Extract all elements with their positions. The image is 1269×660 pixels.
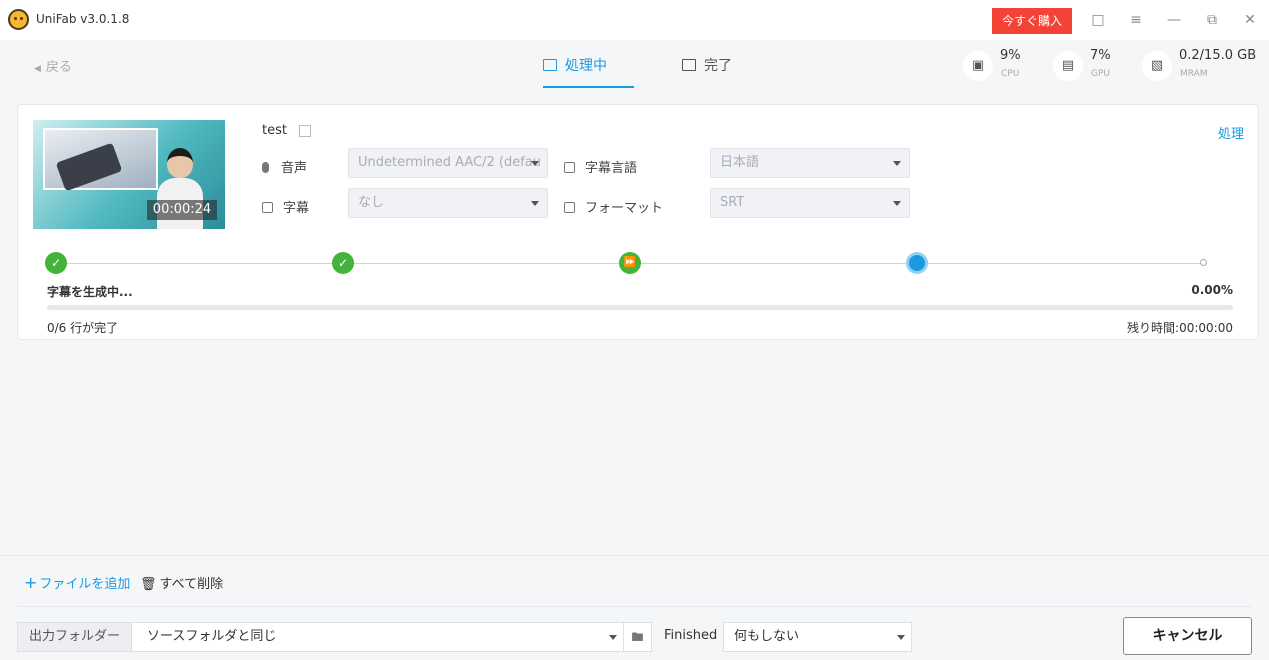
buy-now-button[interactable]: 今すぐ購入	[992, 8, 1072, 34]
step-4-spinner-icon	[906, 252, 928, 274]
chevron-down-icon	[897, 635, 905, 640]
menu-icon[interactable]: ≡	[1126, 10, 1146, 30]
lines-completed: 0/6 行が完了	[47, 321, 119, 335]
audio-select-value: Undetermined AAC/2 (defau	[358, 155, 541, 170]
trash-icon: 🗑	[140, 577, 157, 592]
status-text: 字幕を生成中...	[47, 285, 133, 299]
bottom-panel: + ファイルを追加 🗑 すべて削除 出力フォルダー ソースフォルダと同じ 🖿 Fin…	[0, 555, 1269, 660]
subtitle-language-select[interactable]: 日本語	[710, 148, 910, 178]
gpu-icon: ▤	[1053, 51, 1083, 81]
remaining-time: 残り時間:00:00:00	[1127, 321, 1233, 335]
format-select[interactable]: SRT	[710, 188, 910, 218]
divider	[17, 606, 1251, 607]
file-name: test	[262, 123, 287, 138]
progress-bar	[47, 305, 1233, 310]
memory-icon: ▧	[1142, 51, 1172, 81]
subtitle-select[interactable]: なし	[348, 188, 548, 218]
plus-icon: +	[24, 573, 38, 592]
app-title: UniFab v3.0.1.8	[36, 12, 130, 26]
step-2-check-icon: ✓	[332, 252, 354, 274]
tab-done[interactable]: 完了	[682, 55, 732, 88]
nav-bar: ◀ 戻る 処理中 完了 ▣ 9% CPU ▤ 7% GPU ▧ 0.2/15.0 …	[0, 40, 1269, 90]
subtitle-language-field-label: 字幕言語	[564, 157, 637, 176]
output-folder-select[interactable]: ソースフォルダと同じ	[131, 622, 624, 652]
ai-icon	[564, 162, 575, 173]
format-field-label: フォーマット	[564, 197, 663, 216]
delete-all-button[interactable]: 🗑 すべて削除	[140, 573, 223, 592]
format-select-value: SRT	[720, 195, 745, 210]
chevron-down-icon	[893, 161, 901, 166]
title-bar: UniFab v3.0.1.8 今すぐ購入 □ ≡ — ⧉ ✕	[0, 0, 1269, 40]
add-file-label: ファイルを追加	[39, 577, 131, 592]
output-folder-label: 出力フォルダー	[17, 622, 132, 652]
file-format-icon	[564, 202, 575, 213]
cpu-label: CPU	[1001, 69, 1020, 79]
cpu-icon: ▣	[963, 51, 993, 81]
tab-processing[interactable]: 処理中	[543, 55, 634, 88]
subtitle-label: 字幕	[283, 201, 310, 216]
finished-action-value: 何もしない	[734, 629, 800, 644]
step-3-fast-forward-icon: ⏩	[619, 252, 641, 274]
subtitle-language-value: 日本語	[720, 155, 760, 170]
chevron-down-icon	[531, 201, 539, 206]
video-thumbnail[interactable]: 00:00:24	[33, 120, 225, 229]
task-card: 00:00:24 test 処理 音声 Undetermined AAC/2 (…	[17, 104, 1259, 340]
subtitle-select-value: なし	[358, 195, 385, 210]
add-file-button[interactable]: + ファイルを追加	[24, 573, 130, 592]
process-link[interactable]: 処理	[1218, 123, 1244, 142]
subtitle-language-label: 字幕言語	[585, 161, 638, 176]
vram-label: MRAM	[1180, 69, 1208, 79]
delete-all-label: すべて削除	[159, 577, 224, 592]
cpu-value: 9%	[1000, 48, 1021, 63]
audio-field-label: 音声	[262, 157, 307, 176]
subtitle-field-label: 字幕	[262, 197, 309, 216]
done-icon	[682, 59, 696, 71]
back-label: 戻る	[45, 60, 72, 75]
processing-icon	[543, 59, 557, 71]
audio-label: 音声	[281, 161, 308, 176]
thumbnail-duration: 00:00:24	[147, 200, 217, 220]
microphone-icon	[262, 162, 269, 173]
vram-value: 0.2/15.0 GB	[1179, 48, 1257, 63]
folder-icon[interactable]: 🖿	[623, 622, 652, 652]
format-label: フォーマット	[585, 201, 664, 216]
close-icon[interactable]: ✕	[1240, 10, 1260, 30]
text-icon	[262, 202, 273, 213]
tab-processing-label: 処理中	[565, 58, 607, 74]
finished-action-select[interactable]: 何もしない	[723, 622, 912, 652]
gpu-label: GPU	[1091, 69, 1110, 79]
edit-icon[interactable]	[299, 125, 311, 137]
cancel-button[interactable]: キャンセル	[1123, 617, 1252, 655]
progress-percent: 0.00%	[1191, 283, 1233, 297]
restore-icon[interactable]: ⧉	[1202, 10, 1222, 30]
tab-done-label: 完了	[704, 58, 732, 74]
shirt-icon[interactable]: □	[1088, 10, 1108, 30]
chevron-down-icon	[531, 161, 539, 166]
minimize-icon[interactable]: —	[1164, 10, 1184, 30]
step-1-check-icon: ✓	[45, 252, 67, 274]
chevron-down-icon	[893, 201, 901, 206]
thumbnail-inset-image	[43, 128, 158, 192]
gpu-value: 7%	[1090, 48, 1111, 63]
output-folder-value: ソースフォルダと同じ	[147, 629, 277, 644]
chevron-down-icon	[609, 635, 617, 640]
audio-select[interactable]: Undetermined AAC/2 (defau	[348, 148, 548, 178]
chevron-left-icon: ◀	[34, 64, 41, 74]
app-logo-icon	[8, 9, 29, 30]
step-5-pending-icon	[1200, 259, 1207, 266]
finished-label: Finished	[664, 628, 718, 643]
back-button[interactable]: ◀ 戻る	[34, 56, 72, 75]
